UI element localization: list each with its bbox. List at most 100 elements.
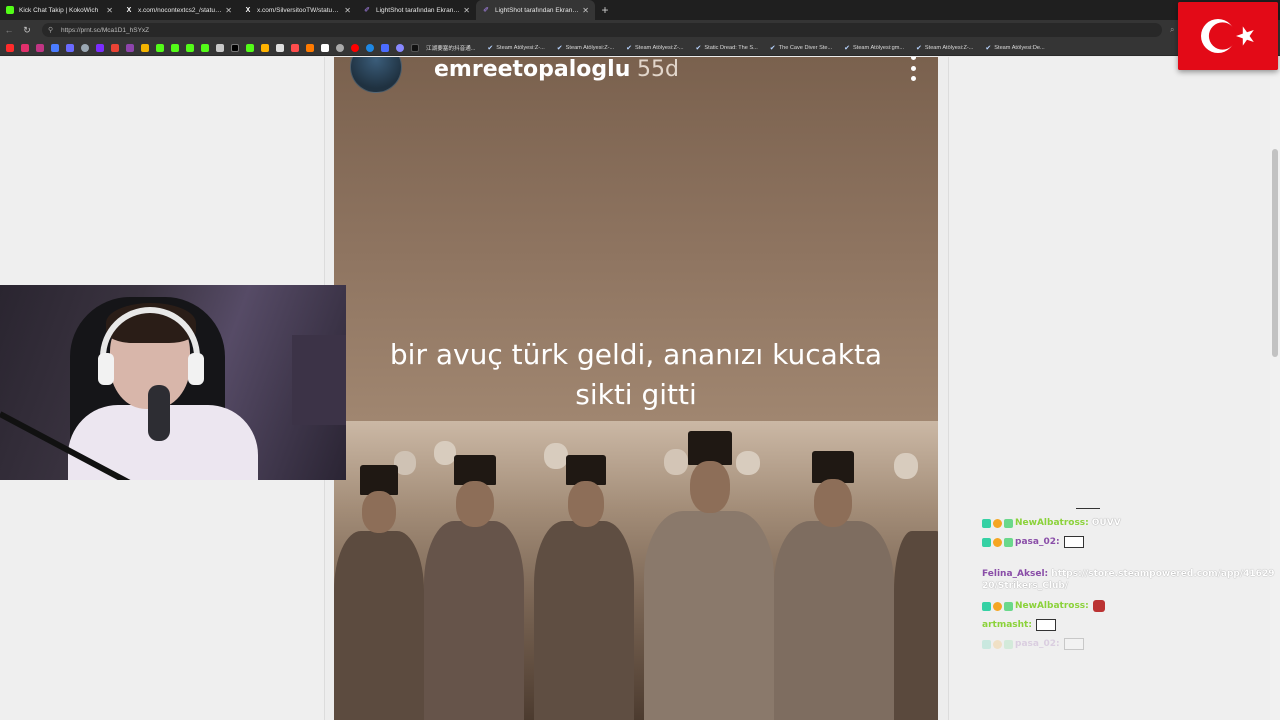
back-icon[interactable]: ←: [0, 21, 18, 39]
bookmark-icon[interactable]: [336, 43, 344, 52]
tab-lightshot-2[interactable]: ✐ LightShot tarafından Ekran Görünt... ✕: [476, 0, 595, 20]
soldier-face: [814, 479, 852, 527]
bookmark-item[interactable]: 江湖要塞的抖音通...: [426, 44, 475, 52]
chat-username: NewAlbatross:: [1015, 518, 1089, 528]
bookmark-icon[interactable]: [321, 43, 329, 52]
crowd-figure: [894, 453, 918, 479]
bookmark-item[interactable]: ✔ Steam Atölyesi:gm...: [844, 44, 904, 52]
kick-icon[interactable]: [156, 43, 164, 52]
instagram-icon[interactable]: [36, 43, 44, 52]
screen: Kick Chat Takip | KokoWich ✕ X x.com/noc…: [0, 0, 1280, 720]
tab-kick-chat[interactable]: Kick Chat Takip | KokoWich ✕: [0, 0, 119, 20]
bookmarks-bar: 江湖要塞的抖音通... ✔ Steam Atölyesi:Z-... ✔ Steam…: [0, 40, 1280, 56]
reload-icon[interactable]: ↻: [18, 21, 36, 39]
story-username[interactable]: emreetopaloglu: [434, 57, 630, 82]
x-icon[interactable]: [231, 43, 239, 52]
bookmark-label: Steam Atölyesi:Z-...: [565, 44, 615, 51]
tab-bar: Kick Chat Takip | KokoWich ✕ X x.com/noc…: [0, 0, 1280, 20]
bookmark-item[interactable]: ✔ Steam Atölyesi:Z-...: [557, 44, 614, 52]
kick-icon[interactable]: [201, 43, 209, 52]
screenshot-image[interactable]: emreetopaloglu 55d bir avuç türk geldi, …: [334, 57, 938, 720]
url-field[interactable]: ⚲ https://prnt.sc/Mca1D1_hSYxZ: [42, 23, 1162, 37]
microphone-icon: [148, 385, 170, 441]
chat-message: pasa_02:: [982, 536, 1084, 548]
bookmark-icon[interactable]: [126, 43, 134, 52]
badge-icon: [982, 601, 991, 611]
bookmark-icon[interactable]: [351, 43, 359, 52]
caption-line-1: bir avuç türk geldi, ananızı kucakta: [389, 338, 883, 371]
gmail-icon[interactable]: [111, 43, 119, 52]
bookmark-label: Steam Atölyesi:Z-...: [635, 44, 684, 51]
globe-icon[interactable]: [81, 43, 89, 52]
zoom-icon[interactable]: ⌕: [1170, 25, 1174, 35]
chat-text: OUVV: [1091, 518, 1121, 528]
download-icon[interactable]: [216, 43, 224, 52]
bookmark-item[interactable]: ✔ Steam Atölyesi:Z-...: [487, 44, 544, 52]
badge-icon: [1004, 537, 1013, 547]
kick-icon[interactable]: [171, 43, 179, 52]
crowd-figure: [434, 441, 456, 465]
bookmark-label: Steam Atölyesi:Z-...: [496, 44, 545, 51]
steam-icon: ✔: [695, 44, 702, 52]
chat-username: Felina_Aksel:: [982, 569, 1049, 579]
close-icon[interactable]: ✕: [344, 6, 351, 15]
scrollbar-thumb[interactable]: [1272, 149, 1278, 357]
drive-icon[interactable]: [141, 43, 149, 52]
webcam-overlay: [0, 285, 346, 480]
close-icon[interactable]: ✕: [463, 6, 470, 15]
emote-icon: [1063, 638, 1084, 650]
page-scrollbar[interactable]: [1270, 57, 1280, 720]
lightshot-icon: ✐: [364, 7, 370, 14]
chat-message: Felina_Aksel: https://store.steampowered…: [982, 568, 1277, 592]
youtube-icon[interactable]: [6, 43, 14, 52]
bookmark-icon[interactable]: [291, 43, 299, 52]
bookmark-icon[interactable]: [396, 43, 404, 52]
bookmark-icon[interactable]: [381, 43, 389, 52]
kick-icon[interactable]: [246, 43, 254, 52]
close-icon[interactable]: ✕: [225, 6, 232, 15]
site-info-icon[interactable]: ⚲: [48, 26, 58, 34]
bookmark-icon[interactable]: [66, 43, 74, 52]
url-text: https://prnt.sc/Mca1D1_hSYxZ: [61, 26, 150, 34]
x-icon: X: [126, 6, 132, 14]
soldier-figure: [894, 531, 938, 720]
emote-icon: [1035, 619, 1056, 631]
chat-username: NewAlbatross:: [1015, 601, 1089, 611]
tiktok-icon[interactable]: [411, 43, 419, 52]
bookmark-icon[interactable]: [306, 43, 314, 52]
bookmark-item[interactable]: ✔ Static Dread: The S...: [696, 44, 758, 52]
bookmark-label: Steam Atölyesi:gm...: [853, 44, 905, 51]
bookmark-icon[interactable]: [276, 43, 284, 52]
bookmark-item[interactable]: ✔ The Cave Diver Ste...: [770, 44, 832, 52]
badge-icon: [993, 537, 1002, 547]
soldier-figure: [334, 531, 424, 720]
kick-icon[interactable]: [186, 43, 194, 52]
bookmark-icon[interactable]: [51, 43, 59, 52]
bookmark-icon[interactable]: [261, 43, 269, 52]
bookmark-icon[interactable]: [366, 43, 374, 52]
new-tab-button[interactable]: +: [595, 0, 615, 20]
steam-icon: ✔: [985, 44, 992, 52]
steam-icon: ✔: [916, 44, 922, 52]
close-icon[interactable]: ✕: [106, 6, 113, 15]
address-bar: ← ↻ ⚲ https://prnt.sc/Mca1D1_hSYxZ ⌕: [0, 20, 1280, 40]
instagram-icon[interactable]: [21, 43, 29, 52]
bookmark-item[interactable]: ✔ Steam Atölyesi:De...: [985, 44, 1044, 52]
soldier-face: [690, 461, 730, 513]
tab-title: x.com/nocontextcs2_/status/20938...: [138, 6, 222, 14]
crowd-figure: [544, 443, 568, 469]
close-icon[interactable]: ✕: [582, 6, 589, 15]
bookmark-icon[interactable]: [96, 43, 104, 52]
turkish-flag-icon: [1178, 2, 1278, 70]
tab-x-silversito[interactable]: X x.com/SilversitooTW/status/20937... ✕: [238, 0, 357, 20]
tab-x-nocontext[interactable]: X x.com/nocontextcs2_/status/20938... ✕: [119, 0, 238, 20]
tab-lightshot-1[interactable]: ✐ LightShot tarafından Ekran Görünt... ✕: [357, 0, 476, 20]
soldier-face: [456, 481, 494, 527]
chat-message: pasa_02:: [982, 638, 1084, 650]
chat-message: NewAlbatross: OUVV: [982, 518, 1121, 528]
more-options-icon[interactable]: [908, 57, 918, 81]
bookmark-item[interactable]: ✔ Steam Atölyesi:Z-...: [916, 44, 973, 52]
bookmark-item[interactable]: ✔ Steam Atölyesi:Z-...: [626, 44, 683, 52]
crowd-figure: [664, 449, 688, 475]
badge-icon: [982, 518, 991, 528]
